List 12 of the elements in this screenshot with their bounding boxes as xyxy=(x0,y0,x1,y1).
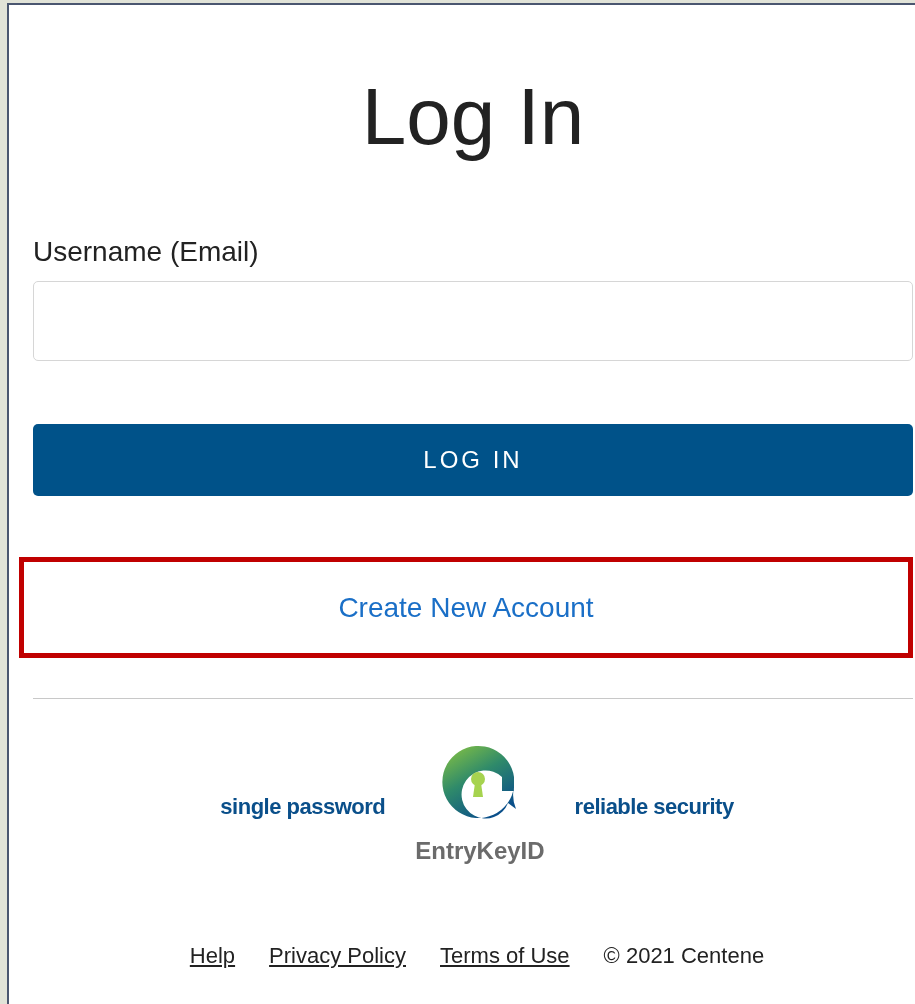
login-button[interactable]: LOG IN xyxy=(33,424,913,496)
tagline: reliable security xyxy=(574,792,734,821)
create-account-link[interactable]: Create New Account xyxy=(338,586,594,629)
input-field[interactable] xyxy=(33,281,913,361)
brand-name: EntryKeyID xyxy=(415,836,545,866)
footer-link[interactable]: Privacy Policy xyxy=(269,939,406,972)
field-label: Username (Email) xyxy=(33,235,260,269)
footer-link[interactable]: Help xyxy=(189,939,236,972)
copyright-text: © 2021 Centene xyxy=(603,942,765,970)
tagline: single password xyxy=(220,792,386,821)
page-title: Log In xyxy=(360,71,586,161)
footer-link[interactable]: Terms of Use xyxy=(440,939,570,972)
